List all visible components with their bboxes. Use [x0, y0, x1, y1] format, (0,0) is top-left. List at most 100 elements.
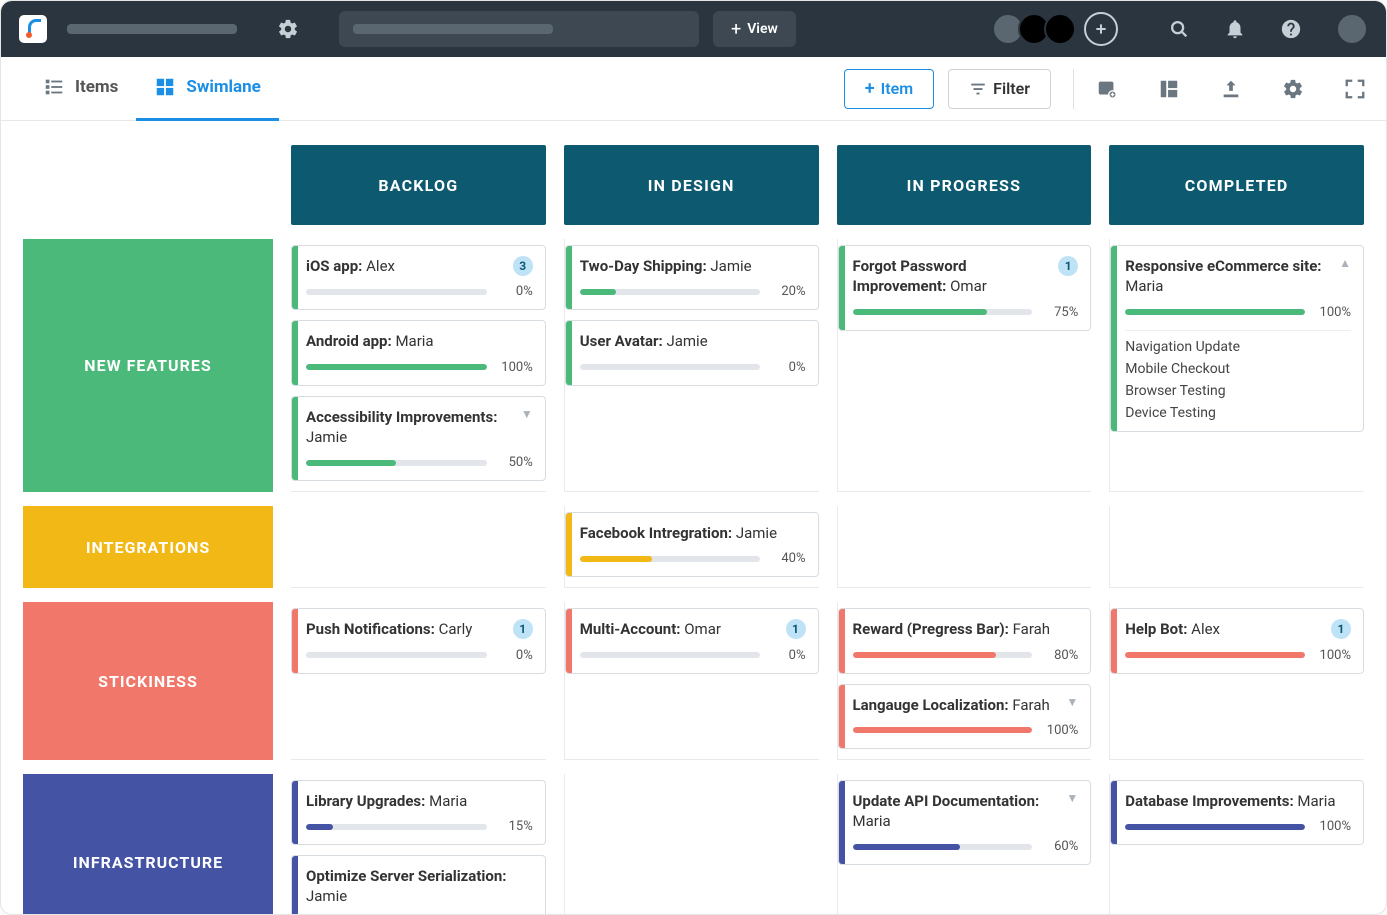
swimlane-board: BACKLOGIN DESIGNIN PROGRESSCOMPLETEDNEW …: [1, 121, 1386, 914]
count-badge: 1: [1058, 256, 1078, 276]
card-title: Optimize Server Serialization: Jamie: [306, 866, 533, 907]
progress-percent: 100%: [1042, 723, 1078, 738]
progress-percent: 100%: [1315, 648, 1351, 663]
card[interactable]: Facebook Intregration: Jamie 40%: [565, 512, 819, 577]
app-logo[interactable]: [19, 15, 47, 43]
lane-header: STICKINESS: [23, 602, 273, 760]
workspace-title-placeholder: [67, 24, 237, 34]
swimlane-cell[interactable]: [564, 774, 819, 914]
card-title: Facebook Intregration: Jamie: [580, 523, 777, 543]
progress-percent: 80%: [1042, 648, 1078, 663]
progress-percent: 0%: [497, 648, 533, 663]
settings-icon[interactable]: [277, 18, 299, 40]
card-title: Database Improvements: Maria: [1125, 791, 1335, 811]
card[interactable]: Two-Day Shipping: Jamie20%: [565, 245, 819, 310]
view-toolbar: Items Swimlane + Item Filter: [1, 57, 1386, 121]
tab-items[interactable]: Items: [25, 57, 136, 121]
swimlane-cell[interactable]: Two-Day Shipping: Jamie20% User Avatar: J…: [564, 239, 819, 492]
chevron-down-icon[interactable]: ▼: [1066, 695, 1078, 709]
swimlane-cell[interactable]: Responsive eCommerce site: Maria▲100%Nav…: [1109, 239, 1364, 492]
lane-header: INTEGRATIONS: [23, 506, 273, 588]
filter-button[interactable]: Filter: [948, 69, 1051, 109]
card[interactable]: Update API Documentation: Maria ▼ 60%: [838, 780, 1092, 866]
card-title: Forgot Password Improvement: Omar: [853, 256, 1053, 297]
card-title: Accessibility Improvements: Jamie: [306, 407, 515, 448]
card[interactable]: Push Notifications: Carly10%: [291, 608, 546, 673]
card[interactable]: Reward (Pregress Bar): Farah 80%: [838, 608, 1092, 673]
progress-percent: 100%: [1315, 819, 1351, 834]
card-title: Responsive eCommerce site: Maria: [1125, 256, 1333, 297]
search-icon[interactable]: [1168, 18, 1190, 40]
swimlane-cell[interactable]: Push Notifications: Carly10%: [291, 602, 546, 760]
chevron-down-icon[interactable]: ▼: [1066, 791, 1078, 805]
chevron-up-icon[interactable]: ▲: [1339, 256, 1351, 270]
card[interactable]: User Avatar: Jamie 0%: [565, 320, 819, 385]
add-item-button[interactable]: + Item: [844, 69, 934, 109]
progress-percent: 50%: [497, 455, 533, 470]
layout-icon[interactable]: [1158, 78, 1180, 100]
count-badge: 1: [513, 619, 533, 639]
column-header: IN DESIGN: [564, 145, 819, 225]
subitem[interactable]: Device Testing: [1125, 405, 1351, 421]
swimlane-cell[interactable]: [1109, 506, 1364, 588]
column-header: IN PROGRESS: [837, 145, 1092, 225]
card-title: Update API Documentation: Maria: [853, 791, 1061, 832]
swimlane-cell[interactable]: Library Upgrades: Maria 15% Optimize Serve…: [291, 774, 546, 914]
swimlane-cell[interactable]: Multi-Account: Omar10%: [564, 602, 819, 760]
subitem[interactable]: Navigation Update: [1125, 339, 1351, 355]
swimlane-cell[interactable]: Reward (Pregress Bar): Farah80%Langauge …: [837, 602, 1092, 760]
subitem-list: Navigation Update Mobile Checkout Browser …: [1125, 330, 1351, 421]
user-avatar[interactable]: [1336, 13, 1368, 45]
progress-percent: 0%: [770, 648, 806, 663]
swimlane-cell[interactable]: Facebook Intregration: Jamie 40%: [564, 506, 819, 588]
subitem[interactable]: Browser Testing: [1125, 383, 1351, 399]
help-icon[interactable]: [1280, 18, 1302, 40]
card-title: Library Upgrades: Maria: [306, 791, 467, 811]
swimlane-cell[interactable]: Help Bot: Alex 1 100%: [1109, 602, 1364, 760]
card-title: User Avatar: Jamie: [580, 331, 708, 351]
swimlane-cell[interactable]: [837, 506, 1092, 588]
card[interactable]: Database Improvements: Maria 100%: [1110, 780, 1364, 845]
progress-percent: 75%: [1042, 305, 1078, 320]
avatar[interactable]: [1044, 13, 1076, 45]
column-header: BACKLOG: [291, 145, 546, 225]
search-input[interactable]: [339, 11, 699, 47]
card[interactable]: Library Upgrades: Maria 15%: [291, 780, 546, 845]
card[interactable]: Multi-Account: Omar10%: [565, 608, 819, 673]
count-badge: 1: [1331, 619, 1351, 639]
progress-percent: 0%: [770, 360, 806, 375]
card[interactable]: Help Bot: Alex 1 100%: [1110, 608, 1364, 673]
fullscreen-icon[interactable]: [1344, 78, 1366, 100]
card-title: Reward (Pregress Bar): Farah: [853, 619, 1051, 639]
add-member-button[interactable]: [1084, 12, 1118, 46]
card[interactable]: Accessibility Improvements: Jamie ▼ 50%: [291, 396, 546, 482]
card[interactable]: Android app: Maria100%: [291, 320, 546, 385]
card-title: Android app: Maria: [306, 331, 434, 351]
swimlane-cell[interactable]: [291, 506, 546, 588]
presence-avatars[interactable]: [998, 12, 1118, 46]
swimlane-cell[interactable]: Database Improvements: Maria 100%: [1109, 774, 1364, 914]
settings-icon[interactable]: [1282, 78, 1304, 100]
progress-percent: 60%: [1042, 839, 1078, 854]
card-title: Help Bot: Alex: [1125, 619, 1220, 639]
chevron-down-icon[interactable]: ▼: [521, 407, 533, 421]
card[interactable]: iOS app: Alex30%: [291, 245, 546, 310]
add-view-button[interactable]: + View: [713, 11, 796, 47]
swimlane-cell[interactable]: Forgot Password Improvement: Omar1 75%: [837, 239, 1092, 492]
subitem[interactable]: Mobile Checkout: [1125, 361, 1351, 377]
card[interactable]: Optimize Server Serialization: Jamie0%: [291, 855, 546, 914]
card[interactable]: Forgot Password Improvement: Omar1 75%: [838, 245, 1092, 331]
card-title: Multi-Account: Omar: [580, 619, 721, 639]
swimlane-cell[interactable]: Update API Documentation: Maria ▼ 60%: [837, 774, 1092, 914]
card[interactable]: Responsive eCommerce site: Maria▲100%Nav…: [1110, 245, 1364, 432]
export-icon[interactable]: [1220, 78, 1242, 100]
swimlane-cell[interactable]: iOS app: Alex30% Android app: Maria100% Ac…: [291, 239, 546, 492]
progress-percent: 15%: [497, 819, 533, 834]
card[interactable]: Langauge Localization: Farah▼100%: [838, 684, 1092, 749]
notifications-icon[interactable]: [1224, 18, 1246, 40]
customize-icon[interactable]: [1096, 78, 1118, 100]
lane-header: NEW FEATURES: [23, 239, 273, 492]
card-title: iOS app: Alex: [306, 256, 395, 276]
tab-swimlane[interactable]: Swimlane: [136, 57, 278, 121]
progress-percent: 40%: [770, 551, 806, 566]
